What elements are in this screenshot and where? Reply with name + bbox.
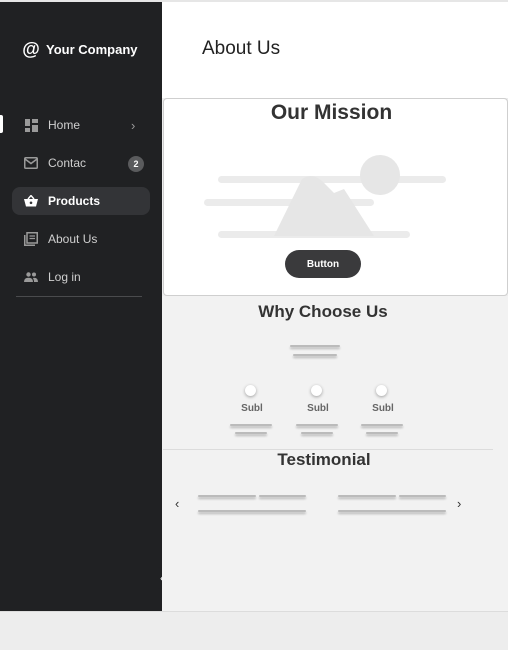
text-placeholder-line [235,432,267,434]
sidebar-item-label: Home [48,118,81,132]
why-choose-us-section: Why Choose Us Subl Subl Subl [162,296,508,450]
app: @ Your Company Home › Contac 2 Products … [0,0,508,611]
testimonial-title: Testimonial [277,450,371,469]
feature-dot [245,385,256,396]
text-placeholder-line [366,432,398,434]
carousel-next-button[interactable]: › [457,496,461,511]
why-title: Why Choose Us [258,302,388,321]
text-placeholder-line [296,424,338,426]
brand-name: Your Company [46,41,138,57]
page-title: About Us [202,38,281,59]
carousel-prev-button[interactable]: ‹ [175,496,179,511]
footer-area [0,611,508,650]
text-placeholder-line [293,354,337,356]
sidebar-item-contact[interactable]: Contac 2 [0,144,162,182]
feature-item: Subl [361,385,413,437]
text-placeholder-line [338,495,396,497]
dashboard-icon [24,118,38,132]
sidebar-item-login[interactable]: Log in [0,258,162,296]
sidebar-item-label: Contac [48,156,87,170]
feature-item: Subl [296,385,348,437]
text-placeholder-line [230,424,272,426]
image-placeholder-icon [204,155,446,238]
text-placeholder-line [290,345,340,347]
sidebar-nav: Home › Contac 2 Products About Us Log in [0,106,162,296]
text-placeholder-line [399,495,446,497]
feature-item: Subl [230,385,282,437]
basket-icon [24,194,38,208]
mission-card: Our Mission Button [163,98,508,296]
at-icon: @ [22,39,40,59]
sidebar-item-label: Log in [48,270,81,284]
notification-badge: 2 [128,156,144,172]
sidebar-item-about[interactable]: About Us [0,220,162,258]
library-icon [24,232,38,246]
feature-label: Subl [241,403,263,414]
sidebar-item-home[interactable]: Home › [0,106,162,144]
sidebar-item-label: About Us [48,232,98,246]
mission-title: Our Mission [270,101,393,124]
people-icon [24,270,38,284]
chevron-right-icon: › [131,117,136,133]
brand[interactable]: @ Your Company [22,39,138,59]
sidebar-item-products[interactable]: Products [0,182,162,220]
text-placeholder-line [301,432,333,434]
mail-icon [24,156,38,170]
text-placeholder-line [361,424,403,426]
text-placeholder-line [198,510,306,512]
text-placeholder-line [259,495,306,497]
text-placeholder-line [198,495,256,497]
feature-dot [376,385,387,396]
feature-dot [311,385,322,396]
feature-label: Subl [372,403,394,414]
page-header: About Us [162,2,508,98]
text-placeholder-line [338,510,446,512]
mission-button[interactable]: Button [285,250,361,278]
sidebar-divider [16,296,142,297]
sidebar: @ Your Company Home › Contac 2 Products … [0,2,162,611]
testimonial-section: Testimonial ‹ › [162,450,508,611]
feature-label: Subl [307,403,329,414]
sidebar-item-label: Products [48,194,101,208]
